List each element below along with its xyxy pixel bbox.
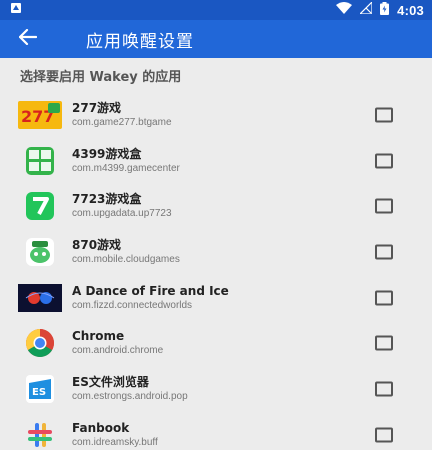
list-item-7723[interactable]: 7723游戏盒 com.upgadata.up7723 — [0, 183, 432, 229]
app-checkbox[interactable] — [375, 244, 393, 260]
section-header: 选择要启用 Wakey 的应用 — [20, 69, 182, 85]
app-checkbox[interactable] — [375, 335, 393, 351]
list-item-277[interactable]: 277 277游戏 com.game277.btgame — [0, 92, 432, 138]
status-time: 4:03 — [397, 2, 424, 18]
back-button[interactable] — [0, 20, 56, 58]
app-checkbox[interactable] — [375, 198, 393, 214]
chrome-icon — [18, 329, 62, 358]
status-bar: 4:03 — [0, 0, 432, 20]
app-7723-icon — [18, 192, 62, 221]
svg-text:ES: ES — [32, 387, 46, 398]
app-list-container[interactable]: 选择要启用 Wakey 的应用 277 277游戏 com.game277.bt… — [0, 58, 432, 450]
list-item-adofai[interactable]: A Dance of Fire and Ice com.fizzd.connec… — [0, 275, 432, 321]
battery-icon — [380, 1, 390, 19]
app-870-icon — [18, 237, 62, 266]
list-item-fanbook[interactable]: Fanbook com.idreamsky.buff — [0, 412, 432, 450]
app-list: 277 277游戏 com.game277.btgame 4399游戏盒 com… — [0, 92, 432, 450]
list-item-chrome[interactable]: Chrome com.android.chrome — [0, 320, 432, 366]
app-checkbox[interactable] — [375, 107, 393, 123]
app-checkbox[interactable] — [375, 153, 393, 169]
app-4399-icon — [18, 146, 62, 175]
arrow-back-icon — [18, 28, 38, 49]
toolbar: 应用唤醒设置 — [0, 20, 432, 58]
no-signal-icon — [358, 0, 373, 18]
app-checkbox[interactable] — [375, 290, 393, 306]
list-item-4399[interactable]: 4399游戏盒 com.m4399.gamecenter — [0, 138, 432, 184]
es-file-explorer-icon: ES — [18, 374, 62, 403]
fanbook-icon — [18, 421, 62, 449]
app-277-icon: 277 — [18, 100, 62, 129]
notification-icon — [10, 2, 22, 18]
list-item-es[interactable]: ES ES文件浏览器 com.estrongs.android.pop — [0, 366, 432, 412]
app-adofai-icon — [18, 283, 62, 312]
list-item-870[interactable]: 870游戏 com.mobile.cloudgames — [0, 229, 432, 275]
page-title: 应用唤醒设置 — [86, 31, 194, 52]
app-checkbox[interactable] — [375, 427, 393, 443]
wifi-icon — [336, 2, 353, 18]
app-checkbox[interactable] — [375, 381, 393, 397]
